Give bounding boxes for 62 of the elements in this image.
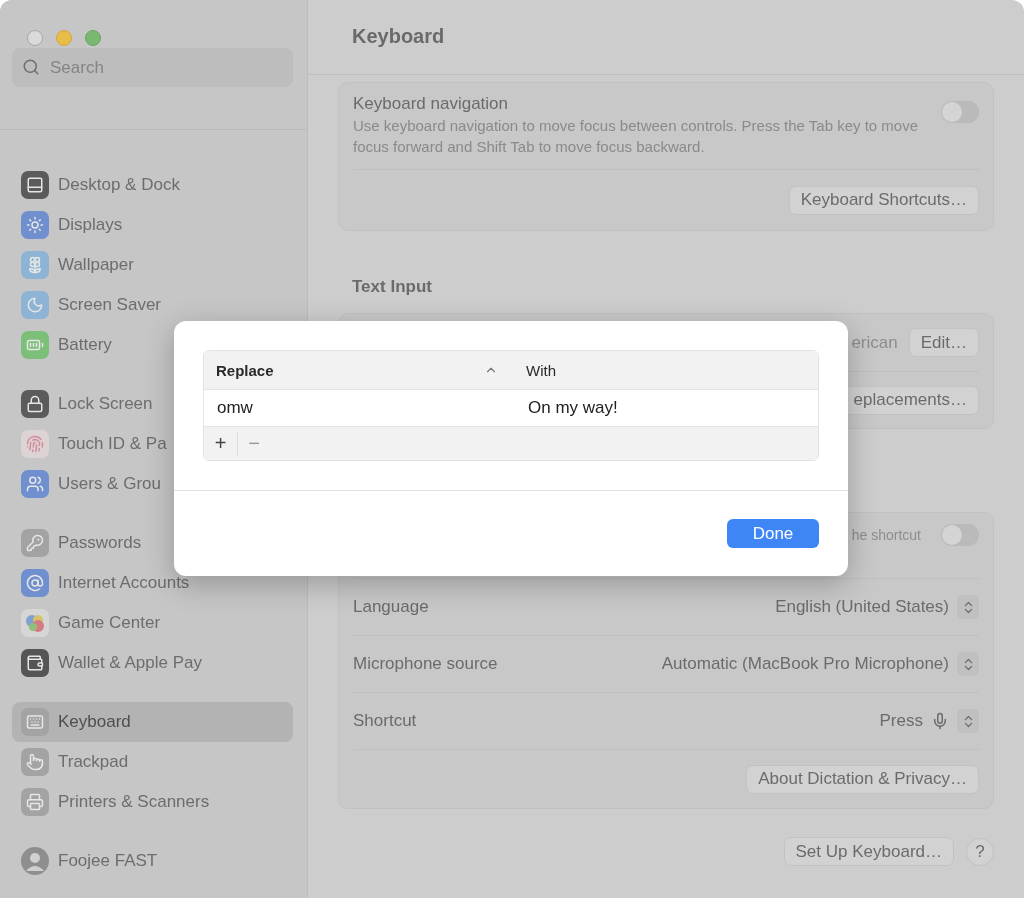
sidebar-item[interactable]: Game Center xyxy=(12,603,293,643)
sidebar-item[interactable]: Displays xyxy=(12,205,293,245)
lock-icon xyxy=(21,390,49,418)
popup-button[interactable]: English (United States) xyxy=(775,595,979,619)
pointer-icon xyxy=(21,748,49,776)
setting-label: he shortcut xyxy=(851,527,921,543)
sidebar-item[interactable]: Internet Accounts xyxy=(12,563,293,603)
users-icon xyxy=(21,470,49,498)
keyboard-icon xyxy=(21,708,49,736)
chevrons-up-down-icon xyxy=(957,595,979,619)
popup-button[interactable]: Automatic (MacBook Pro Microphone) xyxy=(661,652,979,676)
sidebar-item[interactable]: Desktop & Dock xyxy=(12,165,293,205)
table-cell-text: On my way! xyxy=(527,398,619,418)
wallet-icon xyxy=(21,649,49,677)
setting-button[interactable]: Edit… xyxy=(908,328,979,357)
setting-label: Shortcut xyxy=(353,710,417,732)
sidebar-item[interactable]: Printers & Scanners xyxy=(12,782,293,822)
window-title: Keyboard xyxy=(352,24,445,48)
setting-label: Language xyxy=(353,596,429,618)
setting-description: Use keyboard navigation to move focus between controls. Press the Tab key to move focus forward and Shift Tab to move focus backward. xyxy=(353,116,920,157)
sidebar-item[interactable]: Keyboard xyxy=(12,702,293,742)
add-button[interactable]: + xyxy=(204,431,237,456)
toggle-switch[interactable] xyxy=(941,524,979,546)
bubbles-icon xyxy=(21,609,49,637)
setup-keyboard-button[interactable]: Set Up Keyboard… xyxy=(783,837,954,866)
search-field[interactable]: Search xyxy=(12,48,293,87)
chevrons-up-down-icon xyxy=(957,709,979,733)
setting-label: Keyboard navigation xyxy=(353,93,509,115)
moon-icon xyxy=(21,291,49,319)
setting-value: erican xyxy=(851,332,898,353)
help-button[interactable]: ? xyxy=(966,837,994,866)
popup-button[interactable]: Press xyxy=(879,709,979,733)
search-icon xyxy=(22,58,40,76)
sidebar-item[interactable]: Passwords xyxy=(12,523,293,563)
at-sign-icon xyxy=(21,569,49,597)
column-header[interactable]: With xyxy=(514,351,818,389)
key-icon xyxy=(21,529,49,557)
toggle-switch[interactable] xyxy=(941,101,979,123)
sidebar-item[interactable]: Users & Grou xyxy=(12,464,293,504)
zoom-button[interactable] xyxy=(85,30,101,46)
privacy-button[interactable]: About Dictation & Privacy… xyxy=(746,764,979,794)
sun-icon xyxy=(21,211,49,239)
done-button[interactable]: Done xyxy=(727,519,819,548)
avatar-icon xyxy=(21,847,49,875)
dock-icon xyxy=(21,171,49,199)
setting-label: Microphone source xyxy=(353,653,498,675)
chevrons-up-down-icon xyxy=(957,652,979,676)
sidebar-item[interactable]: Wallet & Apple Pay xyxy=(12,643,293,683)
shortcuts-button[interactable]: Keyboard Shortcuts… xyxy=(788,185,979,215)
printer-icon xyxy=(21,788,49,816)
microphone-icon xyxy=(931,712,949,730)
table-cell-text: omw xyxy=(216,398,254,418)
section-heading: Text Input xyxy=(351,276,433,298)
fingerprint-icon xyxy=(21,430,49,458)
minimize-button[interactable] xyxy=(56,30,72,46)
sidebar-item[interactable]: Wallpaper xyxy=(12,245,293,285)
close-button[interactable] xyxy=(27,30,43,46)
battery-icon xyxy=(21,331,49,359)
sidebar-item[interactable]: Foojee FAST xyxy=(12,841,293,881)
sidebar-item[interactable]: Trackpad xyxy=(12,742,293,782)
sidebar-item[interactable]: Screen Saver xyxy=(12,285,293,325)
flower-icon xyxy=(21,251,49,279)
